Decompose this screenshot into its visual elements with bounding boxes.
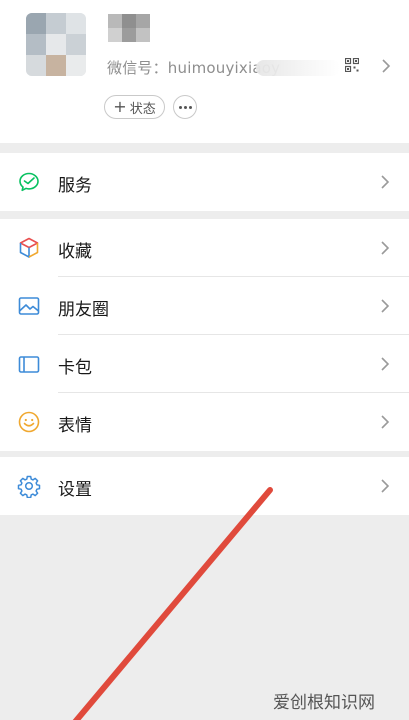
menu-label-settings: 设置 [58,480,92,500]
chevron-right-icon [381,299,390,313]
dot-icon [188,105,192,109]
menu-item-settings[interactable]: 设置 [0,457,409,515]
menu-item-services[interactable]: 服务 [0,153,409,211]
qr-code-icon[interactable] [345,58,359,72]
dot-icon [183,105,187,109]
menu-label-services: 服务 [58,176,92,196]
add-status-button[interactable]: + 状态 [104,95,165,119]
settings-group: 设置 [0,457,409,515]
dot-icon [178,105,182,109]
chevron-right-icon [381,241,390,255]
services-icon [19,172,39,192]
menu-item-moments[interactable]: 朋友圈 [0,277,409,335]
menu-label-stickers: 表情 [58,416,92,436]
settings-gear-icon [17,475,41,498]
wechat-id: 微信号：huimouyixiaoy [107,59,281,77]
menu-label-favorites: 收藏 [58,242,92,262]
status-label: 状态 [129,101,156,117]
favorites-cube-icon [19,237,39,258]
chevron-right-icon [381,357,390,371]
id-blur-mask [256,60,340,76]
menu-item-cards[interactable]: 卡包 [0,335,409,393]
stickers-smile-icon [18,411,40,433]
menu-item-stickers[interactable]: 表情 [0,393,409,451]
avatar[interactable] [26,13,86,76]
services-group: 服务 [0,153,409,211]
plus-icon: + [113,97,127,116]
more-status-button[interactable] [173,95,197,119]
watermark-text: 爱创根知识网 [273,693,375,713]
chevron-right-icon [381,175,390,189]
menu-label-moments: 朋友圈 [58,300,109,320]
profile-chevron-right-icon [382,59,391,73]
menu-item-favorites[interactable]: 收藏 [0,219,409,277]
moments-photo-icon [18,297,40,315]
nickname-mosaic [108,14,151,42]
cards-wallet-icon [18,356,40,373]
menu-label-cards: 卡包 [58,358,92,378]
main-menu-group: 收藏 朋友圈 卡包 表情 [0,219,409,451]
profile-header[interactable]: 微信号：huimouyixiaoy + 状态 [0,0,409,143]
chevron-right-icon [381,479,390,493]
chevron-right-icon [381,415,390,429]
